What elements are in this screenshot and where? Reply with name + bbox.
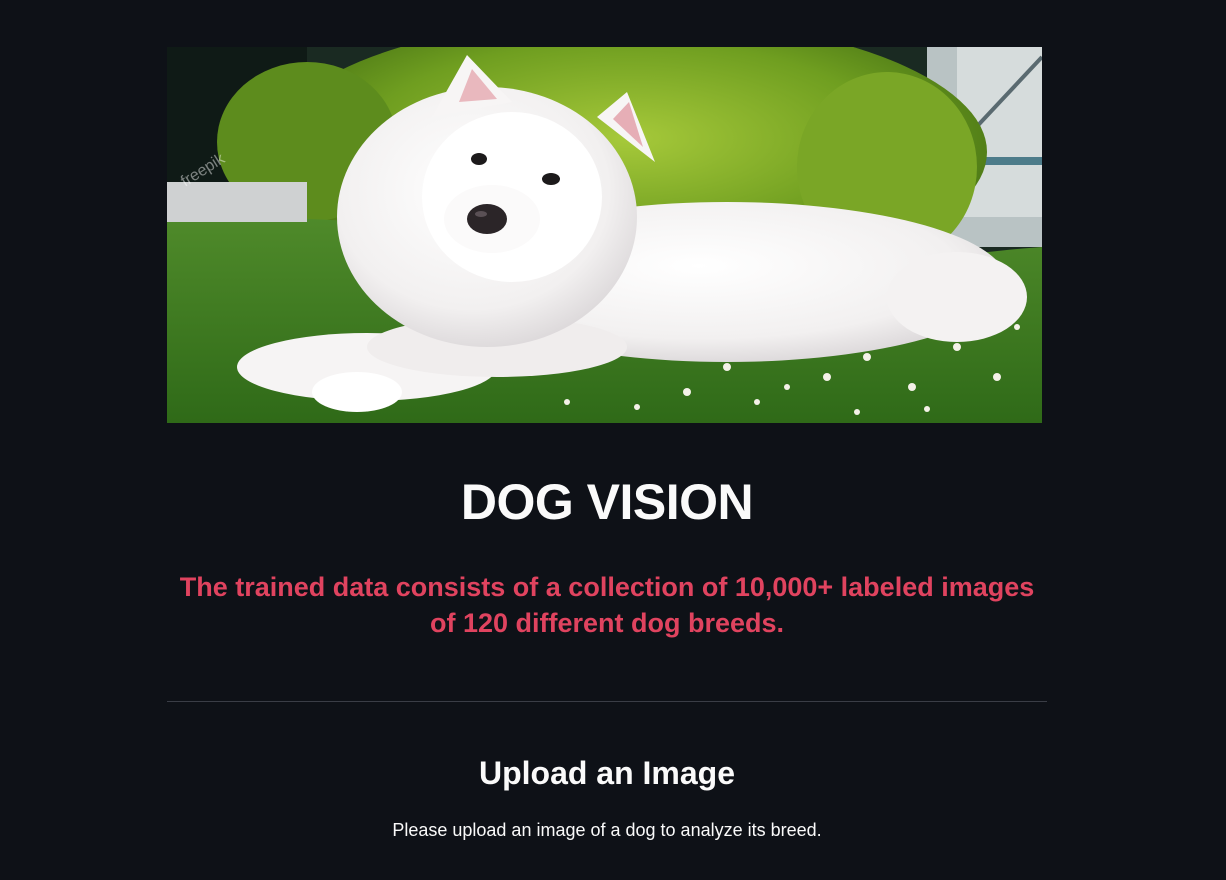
upload-instructions: Please upload an image of a dog to analy… bbox=[392, 820, 822, 840]
section-divider bbox=[167, 701, 1047, 702]
dog-photo-illustration: freepik bbox=[167, 47, 1042, 423]
upload-heading: Upload an Image bbox=[478, 755, 736, 791]
dataset-description: The trained data consists of a collectio… bbox=[179, 572, 1035, 638]
page-title: DOG VISION bbox=[460, 474, 754, 530]
hero-image: freepik bbox=[167, 47, 1042, 423]
